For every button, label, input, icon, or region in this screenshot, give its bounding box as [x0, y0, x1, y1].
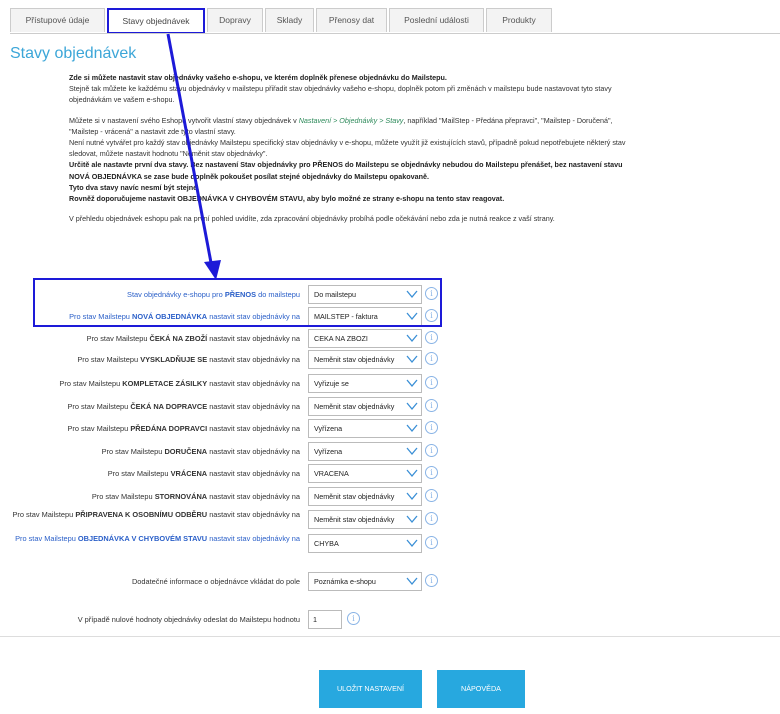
chevron-down-icon	[406, 577, 418, 586]
status-row: Pro stav Mailstepu DORUČENA nastavit sta…	[0, 441, 440, 463]
info-icon[interactable]: i	[425, 466, 438, 479]
status-select[interactable]: Neměnit stav objednávky	[308, 397, 422, 416]
intro-line: Tyto dva stavy navíc nesmí být stejné.	[69, 182, 200, 192]
status-row-label: Pro stav Mailstepu ČEKÁ NA ZBOŽÍ nastavi…	[86, 334, 300, 343]
highlight-box	[33, 278, 442, 327]
status-select[interactable]: Vyřízena	[308, 442, 422, 461]
info-icon[interactable]: i	[425, 352, 438, 365]
tab-prenosy-dat[interactable]: Přenosy dat	[316, 8, 387, 32]
extra-info-select[interactable]: Poznámka e-shopu	[308, 572, 422, 591]
tab-pristupove-udaje[interactable]: Přístupové údaje	[10, 8, 105, 32]
status-row-label: Pro stav Mailstepu PŘIPRAVENA K OSOBNÍMU…	[12, 510, 300, 519]
tab-stavy-objednavek[interactable]: Stavy objednávek	[107, 8, 205, 34]
tab-bar: Přístupové údaje Stavy objednávek Doprav…	[10, 8, 554, 34]
chevron-down-icon	[406, 469, 418, 478]
status-row-label: Pro stav Mailstepu STORNOVÁNA nastavit s…	[91, 492, 300, 501]
tab-posledni-udalosti[interactable]: Poslední události	[389, 8, 484, 32]
settings-path: Nastavení > Objednávky > Stavy	[298, 115, 404, 125]
status-select[interactable]: Vyřízena	[308, 419, 422, 438]
save-settings-button[interactable]: ULOŽIT NASTAVENÍ	[319, 670, 422, 708]
status-row: Pro stav Mailstepu PŘEDÁNA DOPRAVCI nast…	[0, 418, 440, 440]
status-select[interactable]: Vyřizuje se	[308, 374, 422, 393]
status-select[interactable]: CEKA NA ZBOZI	[308, 329, 422, 348]
chevron-down-icon	[406, 334, 418, 343]
intro-line: NOVÁ OBJEDNÁVKA se zase bude doplněk pok…	[69, 171, 429, 181]
tabs-divider	[10, 33, 780, 34]
info-icon[interactable]: i	[425, 399, 438, 412]
chevron-down-icon	[406, 447, 418, 456]
intro-text: Zde si můžete nastavit stav objednávky v…	[69, 72, 719, 224]
info-icon[interactable]: i	[425, 331, 438, 344]
info-icon[interactable]: i	[425, 421, 438, 434]
info-icon[interactable]: i	[425, 574, 438, 587]
status-row-label: Pro stav Mailstepu VYSKLADŇUJE SE nastav…	[77, 355, 300, 364]
info-icon[interactable]: i	[425, 536, 438, 549]
status-row-label: Pro stav Mailstepu KOMPLETACE ZÁSILKY na…	[59, 379, 300, 388]
status-row: Pro stav Mailstepu ČEKÁ NA DOPRAVCE nast…	[0, 396, 440, 418]
chevron-down-icon	[406, 492, 418, 501]
page-title: Stavy objednávek	[10, 45, 137, 62]
intro-line: objednávkám ve vašem e-shopu.	[69, 95, 175, 105]
status-row: Pro stav Mailstepu OBJEDNÁVKA V CHYBOVÉM…	[0, 533, 440, 555]
status-select[interactable]: Neměnit stav objednávky	[308, 487, 422, 506]
chevron-down-icon	[406, 424, 418, 433]
status-row: Pro stav Mailstepu PŘIPRAVENA K OSOBNÍMU…	[0, 509, 440, 531]
tab-produkty[interactable]: Produkty	[486, 8, 552, 32]
intro-line: "Mailstep - vrácená" a nastavit zde tyto…	[69, 126, 236, 136]
status-row: Pro stav Mailstepu ČEKÁ NA ZBOŽÍ nastavi…	[0, 328, 440, 350]
intro-line: Není nutné vytvářet pro každý stav objed…	[69, 138, 626, 148]
help-button[interactable]: NÁPOVĚDA	[437, 670, 525, 708]
status-select[interactable]: VRACENA	[308, 464, 422, 483]
status-row: Pro stav Mailstepu VYSKLADŇUJE SE nastav…	[0, 349, 440, 371]
zero-value-row: V případě nulové hodnoty objednávky odes…	[0, 609, 440, 631]
extra-info-row: Dodatečné informace o objednávce vkládat…	[0, 571, 440, 593]
extra-info-label: Dodatečné informace o objednávce vkládat…	[131, 577, 300, 586]
zero-value-input[interactable]: 1	[308, 610, 342, 629]
status-row-label: Pro stav Mailstepu ČEKÁ NA DOPRAVCE nast…	[67, 402, 300, 411]
status-select[interactable]: Neměnit stav objednávky	[308, 350, 422, 369]
tab-dopravy[interactable]: Dopravy	[207, 8, 263, 32]
zero-value-label: V případě nulové hodnoty objednávky odes…	[77, 615, 300, 624]
intro-line: Určitě ale nastavte první dva stavy. Bez…	[69, 160, 623, 170]
intro-line: Můžete si v nastavení svého Eshopu vytvo…	[69, 115, 613, 125]
status-row-label: Pro stav Mailstepu VRÁCENA nastavit stav…	[107, 469, 300, 478]
info-icon[interactable]: i	[425, 512, 438, 525]
chevron-down-icon	[406, 515, 418, 524]
intro-line: V přehledu objednávek eshopu pak na prvn…	[69, 214, 555, 224]
status-row-label: Pro stav Mailstepu OBJEDNÁVKA V CHYBOVÉM…	[15, 534, 300, 543]
status-row-label: Pro stav Mailstepu DORUČENA nastavit sta…	[101, 447, 300, 456]
intro-line: Rovněž doporučujeme nastavit OBJEDNÁVKA …	[69, 194, 505, 204]
info-icon[interactable]: i	[347, 612, 360, 625]
intro-line: sledovat, můžete nastavit hodnotu "Neměn…	[69, 149, 268, 159]
intro-line: Stejně tak můžete ke každému stavu objed…	[69, 84, 612, 94]
status-row-label: Pro stav Mailstepu PŘEDÁNA DOPRAVCI nast…	[67, 424, 300, 433]
chevron-down-icon	[406, 355, 418, 364]
intro-line: Zde si můžete nastavit stav objednávky v…	[69, 73, 447, 82]
info-icon[interactable]: i	[425, 489, 438, 502]
status-row: Pro stav Mailstepu VRÁCENA nastavit stav…	[0, 463, 440, 485]
chevron-down-icon	[406, 402, 418, 411]
status-select[interactable]: Neměnit stav objednávky	[308, 510, 422, 529]
chevron-down-icon	[406, 379, 418, 388]
info-icon[interactable]: i	[425, 444, 438, 457]
status-select[interactable]: CHYBA	[308, 534, 422, 553]
divider	[0, 636, 780, 637]
chevron-down-icon	[406, 539, 418, 548]
info-icon[interactable]: i	[425, 376, 438, 389]
status-row: Pro stav Mailstepu STORNOVÁNA nastavit s…	[0, 486, 440, 508]
tab-sklady[interactable]: Sklady	[265, 8, 314, 32]
status-row: Pro stav Mailstepu KOMPLETACE ZÁSILKY na…	[0, 373, 440, 395]
